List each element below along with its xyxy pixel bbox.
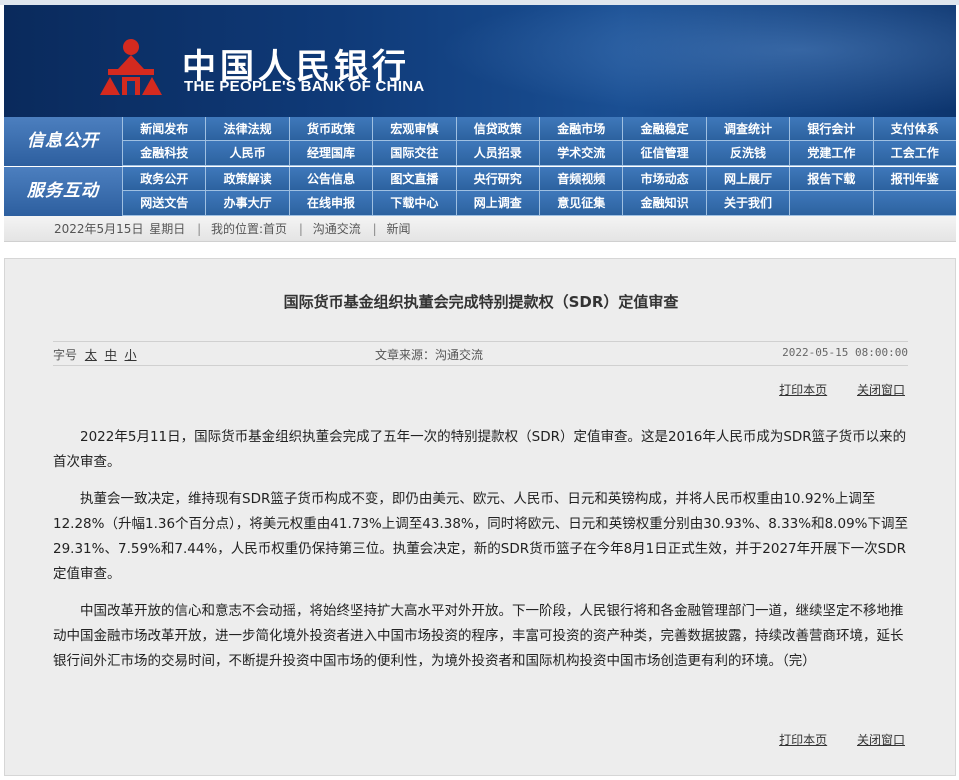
close-window-link[interactable]: 关闭窗口 <box>857 383 905 397</box>
nav-item[interactable]: 反洗钱 <box>705 141 790 166</box>
nav-item[interactable]: 意见征集 <box>539 191 623 216</box>
main-navigation: 信息公开 新闻发布 法律法规 货币政策 宏观审慎 信贷政策 金融市场 金融稳定 调查统计 银行会… <box>4 117 956 216</box>
nav-item[interactable]: 网送文告 <box>122 191 206 216</box>
article-source: 文章来源：沟通交流 <box>375 348 484 362</box>
article-paragraph: 中国改革开放的信心和意志不会动摇，将始终坚持扩大高水平对外开放。下一阶段，人民银… <box>53 603 904 669</box>
nav-item[interactable]: 征信管理 <box>622 141 706 166</box>
nav-item[interactable]: 工会工作 <box>872 141 956 166</box>
article-paragraph: 2022年5月11日，国际货币基金组织执董会完成了五年一次的特别提款权（SDR）… <box>53 429 907 470</box>
article-container: 国际货币基金组织执董会完成特别提款权（SDR）定值审查 字号 太 中 小 文章来… <box>4 258 956 776</box>
divider <box>53 341 908 342</box>
pboc-logo-icon <box>100 39 162 95</box>
font-size-large[interactable]: 太 <box>85 348 97 362</box>
nav-item[interactable]: 网上展厅 <box>705 167 790 191</box>
nav-item[interactable]: 党建工作 <box>789 141 873 166</box>
current-date: 2022年5月15日 <box>54 222 144 236</box>
close-window-link[interactable]: 关闭窗口 <box>857 733 905 747</box>
nav-item[interactable]: 下载中心 <box>372 191 456 216</box>
nav-item[interactable]: 货币政策 <box>288 117 373 141</box>
nav-item[interactable]: 政务公开 <box>122 167 206 191</box>
font-size-small[interactable]: 小 <box>125 348 137 362</box>
nav-item[interactable]: 法律法规 <box>205 117 289 141</box>
nav-item[interactable]: 人员招录 <box>455 141 539 166</box>
banner-glow <box>436 5 956 117</box>
nav-item-empty <box>872 191 956 216</box>
nav-section-label: 服务互动 <box>4 167 122 216</box>
breadcrumb: 2022年5月15日 星期日 | 我的位置:首页 | 沟通交流 | 新闻 <box>4 216 956 242</box>
nav-section-label: 信息公开 <box>4 117 122 166</box>
nav-item[interactable]: 办事大厅 <box>205 191 289 216</box>
font-size-switcher: 字号 太 中 小 <box>53 346 137 363</box>
nav-grid: 政务公开 政策解读 公告信息 图文直播 央行研究 音频视频 市场动态 网上展厅 报告下载 报刊年鉴… <box>122 167 956 216</box>
divider <box>53 365 908 366</box>
print-page-link[interactable]: 打印本页 <box>779 733 827 747</box>
nav-item[interactable]: 银行会计 <box>789 117 873 141</box>
print-page-link[interactable]: 打印本页 <box>779 383 827 397</box>
article-datetime: 2022-05-15 08:00:00 <box>782 346 908 359</box>
font-size-label: 字号 <box>53 348 78 362</box>
nav-item[interactable]: 金融市场 <box>539 117 623 141</box>
site-banner: 中国人民银行 THE PEOPLE'S BANK OF CHINA <box>4 5 956 117</box>
article-paragraph: 执董会一致决定，维持现有SDR篮子货币构成不变，即仍由美元、欧元、人民币、日元和… <box>53 491 908 582</box>
nav-item[interactable]: 在线申报 <box>288 191 373 216</box>
nav-item[interactable]: 宏观审慎 <box>372 117 456 141</box>
article-tools-bottom: 打印本页 关闭窗口 <box>753 731 905 748</box>
logo-english-name: THE PEOPLE'S BANK OF CHINA <box>184 78 425 95</box>
nav-item[interactable]: 新闻发布 <box>122 117 206 141</box>
nav-item[interactable]: 调查统计 <box>705 117 790 141</box>
nav-grid: 新闻发布 法律法规 货币政策 宏观审慎 信贷政策 金融市场 金融稳定 调查统计 银行会计 支付体系… <box>122 117 956 166</box>
nav-item[interactable]: 政策解读 <box>205 167 289 191</box>
nav-item[interactable]: 金融科技 <box>122 141 206 166</box>
nav-item[interactable]: 图文直播 <box>372 167 456 191</box>
nav-item[interactable]: 报告下载 <box>789 167 873 191</box>
nav-item[interactable]: 经理国库 <box>288 141 373 166</box>
nav-item[interactable]: 人民币 <box>205 141 289 166</box>
article-meta: 字号 太 中 小 文章来源：沟通交流 2022-05-15 08:00:00 <box>53 346 908 364</box>
nav-item[interactable]: 音频视频 <box>539 167 623 191</box>
nav-item[interactable]: 学术交流 <box>539 141 623 166</box>
breadcrumb-separator: | <box>372 222 377 236</box>
nav-item[interactable]: 国际交往 <box>372 141 456 166</box>
font-size-medium[interactable]: 中 <box>105 348 117 362</box>
article-title: 国际货币基金组织执董会完成特别提款权（SDR）定值审查 <box>283 293 679 311</box>
breadcrumb-separator: | <box>298 222 303 236</box>
nav-item[interactable]: 金融稳定 <box>622 117 706 141</box>
breadcrumb-separator: | <box>197 222 202 236</box>
current-weekday: 星期日 <box>149 222 186 236</box>
nav-item[interactable]: 信贷政策 <box>455 117 539 141</box>
nav-item[interactable]: 报刊年鉴 <box>872 167 956 191</box>
breadcrumb-level3-link[interactable]: 新闻 <box>386 222 410 236</box>
nav-item[interactable]: 公告信息 <box>288 167 373 191</box>
nav-item[interactable]: 网上调查 <box>455 191 539 216</box>
breadcrumb-home-link[interactable]: 我的位置:首页 <box>211 222 287 236</box>
nav-item[interactable]: 金融知识 <box>622 191 706 216</box>
article-tools-top: 打印本页 关闭窗口 <box>753 381 905 398</box>
nav-item[interactable]: 市场动态 <box>622 167 706 191</box>
breadcrumb-level2-link[interactable]: 沟通交流 <box>313 222 361 236</box>
nav-row-info-disclosure: 信息公开 新闻发布 法律法规 货币政策 宏观审慎 信贷政策 金融市场 金融稳定 调查统计 银行会… <box>4 117 956 166</box>
nav-item[interactable]: 关于我们 <box>705 191 790 216</box>
article-body: 2022年5月11日，国际货币基金组织执董会完成了五年一次的特别提款权（SDR）… <box>53 425 913 686</box>
nav-item-empty <box>789 191 873 216</box>
nav-item[interactable]: 支付体系 <box>872 117 956 141</box>
nav-item[interactable]: 央行研究 <box>455 167 539 191</box>
nav-row-service-interaction: 服务互动 政务公开 政策解读 公告信息 图文直播 央行研究 音频视频 市场动态 网上展厅 报告下… <box>4 166 956 216</box>
